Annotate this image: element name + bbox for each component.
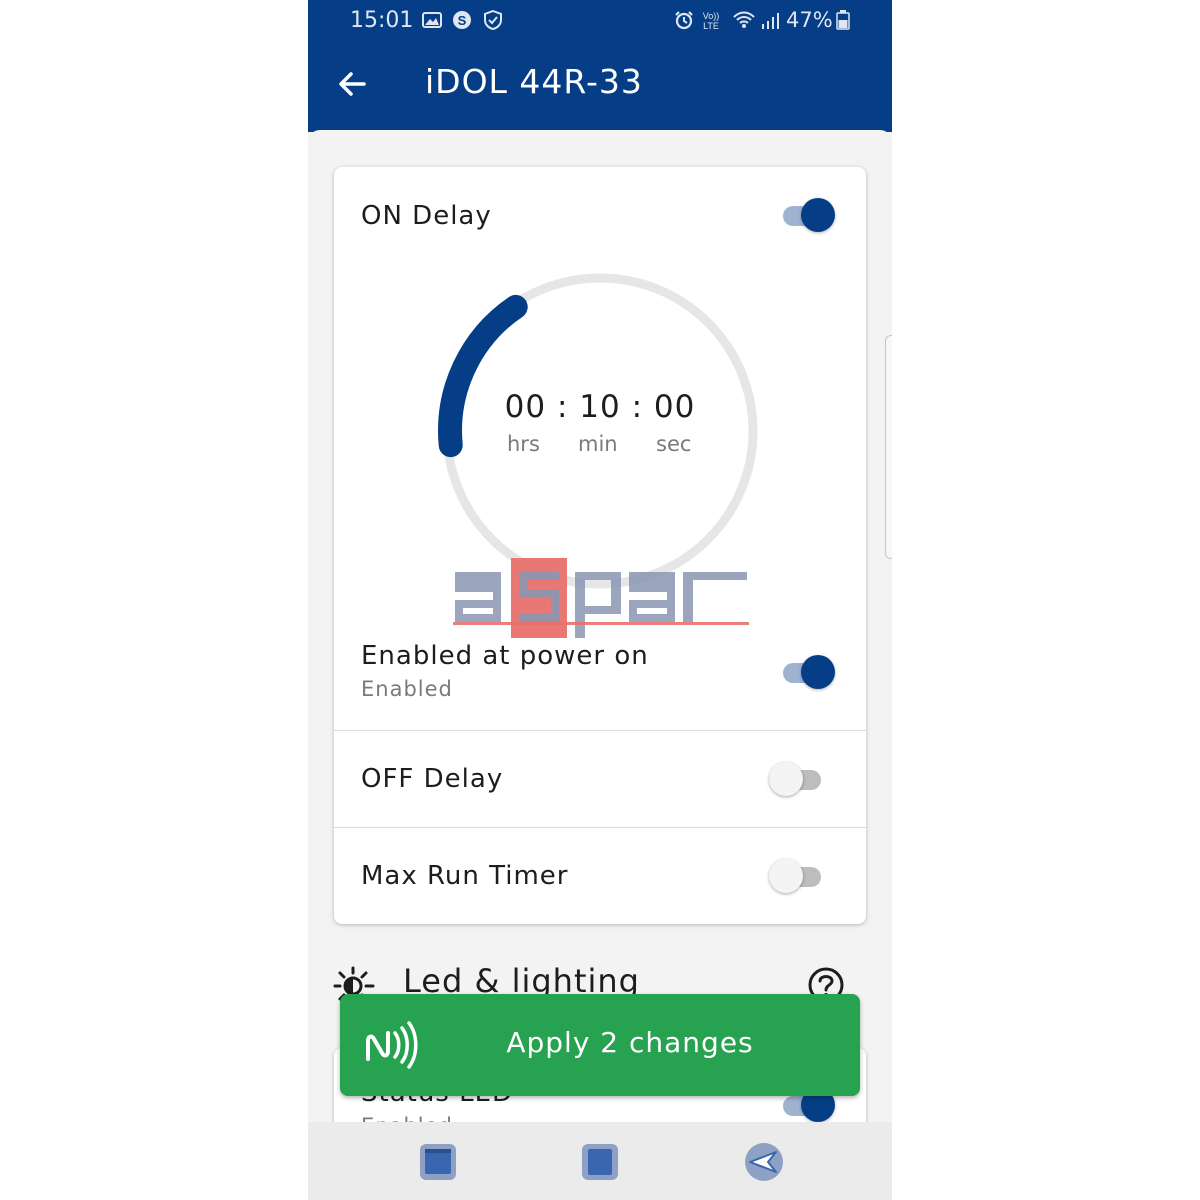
signal-icon: [762, 13, 779, 29]
back-icon[interactable]: [742, 1140, 786, 1184]
back-arrow-icon[interactable]: [330, 62, 374, 106]
aspar-watermark-logo: [453, 558, 749, 638]
power-on-toggle[interactable]: [781, 653, 835, 691]
svg-text:LTE: LTE: [703, 21, 719, 30]
status-led-status: Enabled: [361, 1114, 453, 1122]
image-icon: [422, 12, 442, 28]
status-bar: 15:01 S Vo)) LTE 47%: [308, 0, 892, 40]
on-delay-toggle[interactable]: [781, 196, 835, 234]
minutes-unit-label: min: [578, 432, 618, 456]
shield-icon: [484, 10, 502, 30]
skype-icon: S: [453, 11, 471, 29]
time-display[interactable]: 00 : 10 : 00: [434, 389, 766, 425]
svg-text:S: S: [458, 13, 467, 28]
seconds-unit-label: sec: [656, 432, 692, 456]
divider: [334, 827, 866, 828]
wifi-icon: [733, 11, 755, 28]
battery-icon: [836, 10, 850, 30]
hours-unit-label: hrs: [507, 432, 540, 456]
battery-percent: 47%: [786, 8, 833, 32]
apply-button-label: Apply 2 changes: [506, 1026, 754, 1059]
status-time: 15:01: [350, 8, 414, 33]
alarm-icon: [675, 11, 693, 30]
power-on-status: Enabled: [361, 677, 453, 701]
off-delay-label: OFF Delay: [361, 764, 504, 794]
max-run-timer-label: Max Run Timer: [361, 861, 569, 891]
recent-apps-icon[interactable]: [416, 1140, 460, 1184]
app-bar: iDOL 44R-33: [308, 40, 892, 132]
volte-icon: Vo)) LTE: [703, 11, 720, 30]
timer-dial[interactable]: [434, 265, 766, 597]
phone-screen: 15:01 S Vo)) LTE 47% iDOL 44R-33 ON Dela…: [308, 0, 892, 1200]
off-delay-toggle[interactable]: [769, 760, 825, 798]
max-run-timer-toggle[interactable]: [769, 857, 825, 895]
svg-text:Vo)): Vo)): [703, 11, 720, 21]
power-on-label: Enabled at power on: [361, 641, 649, 671]
apply-changes-button[interactable]: Apply 2 changes: [340, 994, 860, 1096]
on-delay-label: ON Delay: [361, 201, 492, 231]
page-title: iDOL 44R-33: [425, 62, 643, 101]
divider: [334, 730, 866, 731]
system-navigation-bar: [308, 1122, 892, 1200]
home-icon[interactable]: [578, 1140, 622, 1184]
edge-panel-handle[interactable]: [885, 335, 892, 559]
timer-settings-card: ON Delay 00 : 10 : 00 hrs min sec Enable…: [334, 167, 866, 924]
